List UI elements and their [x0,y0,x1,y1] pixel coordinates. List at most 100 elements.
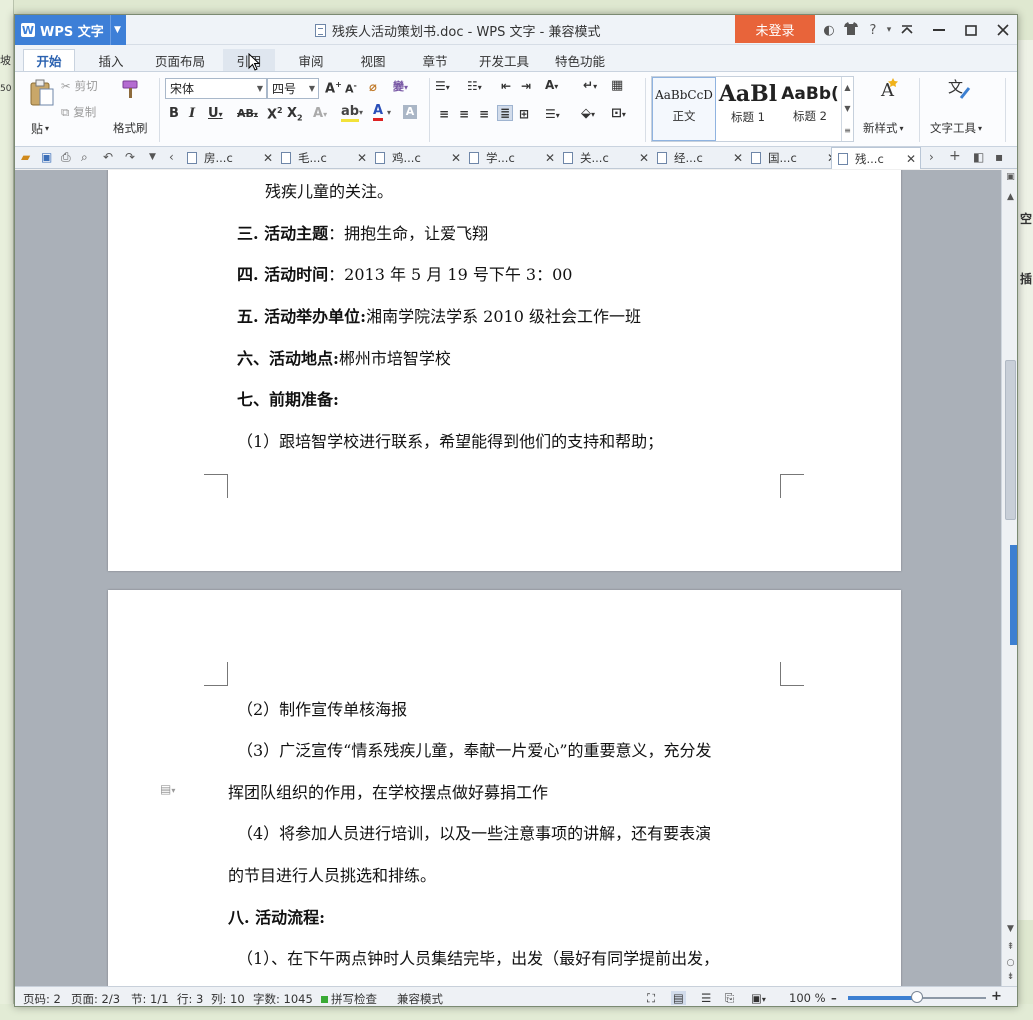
open-file-icon[interactable]: ▰ [21,150,30,164]
font-size-select[interactable]: 四号 ▼ [267,78,319,99]
browse-object-icon[interactable]: ○ [1002,958,1017,968]
text-tools-button[interactable]: 文字工具 ▾ [930,120,982,136]
phonetic-guide-icon[interactable]: 變▾ [393,78,408,94]
page-view-icon[interactable]: ▤ [671,991,686,1005]
doc-tab[interactable]: 关...c ✕ [563,147,649,169]
text-effect-icon[interactable]: A▾ [313,106,327,121]
zoom-in-icon[interactable]: + [991,989,1002,1004]
close-icon[interactable] [987,15,1017,45]
style-normal[interactable]: AaBbCcD 正文 [652,77,716,141]
increase-indent-icon[interactable]: ⇥ [521,79,531,93]
paragraph-options-icon[interactable]: ▤▾ [160,782,175,796]
status-page-number[interactable]: 页码: 2 [23,991,61,1006]
web-view-icon[interactable]: ⎘ [725,991,734,1006]
zoom-slider-handle[interactable] [911,991,923,1003]
doc-tab[interactable]: 经...c ✕ [657,147,743,169]
superscript-icon[interactable]: X2 [267,106,283,122]
reading-view-icon[interactable]: ▣▾ [751,991,766,1005]
skin-icon[interactable]: ◐ [818,23,840,38]
tab-view[interactable]: 视图 [351,49,395,71]
paste-icon[interactable] [29,78,59,108]
line-spacing-icon[interactable]: ☰▾ [545,107,560,121]
save-icon[interactable]: ▣ [41,150,52,164]
status-column[interactable]: 列: 10 [211,991,245,1006]
minimize-icon[interactable] [923,15,955,45]
wps-app-menu-button[interactable]: W WPS 文字 ▼ [15,15,126,45]
scroll-down-icon[interactable]: ▼ [1002,924,1017,934]
status-section[interactable]: 节: 1/1 [131,991,169,1006]
decrease-indent-icon[interactable]: ⇤ [501,79,511,93]
shirt-icon[interactable] [840,21,862,39]
distributed-align-icon[interactable]: ⊞ [519,107,529,121]
align-right-icon[interactable]: ≡ [479,107,489,121]
page-nav-icon[interactable]: ▣ [1002,172,1017,182]
close-icon[interactable]: ✕ [263,151,273,165]
previous-page-icon[interactable]: ⇞ [1002,942,1017,952]
close-icon[interactable]: ✕ [545,151,555,165]
cut-button[interactable]: ✂ 剪切 [61,78,98,94]
styles-scroll[interactable]: ▲ ▼ ≡ [841,77,853,141]
subscript-icon[interactable]: X2 [287,106,303,123]
undo-icon[interactable]: ↶ [103,150,113,164]
format-painter-icon[interactable] [120,78,142,100]
print-icon[interactable]: ⎙ [61,150,71,165]
chevron-down-icon[interactable]: ▾ [359,108,363,117]
spell-check-toggle[interactable]: 拼写检查 [321,991,377,1006]
tab-list-icon[interactable]: ◧ [973,150,984,164]
style-heading-1[interactable]: AaBl 标题 1 [716,77,780,141]
status-word-count[interactable]: 字数: 1045 [253,991,313,1006]
close-icon[interactable]: ✕ [451,151,461,165]
collapse-ribbon-icon[interactable] [891,15,923,45]
doc-tab[interactable]: 毛...c ✕ [281,147,367,169]
help-icon[interactable]: ? [862,23,884,38]
font-name-select[interactable]: 宋体 ▼ [165,78,267,99]
doc-tab[interactable]: 学...c ✕ [469,147,555,169]
text-tools-icon[interactable]: 文 [947,76,971,100]
next-page-icon[interactable]: ⇟ [1002,972,1017,982]
quick-access-menu-icon[interactable]: ▼ [149,152,156,162]
close-icon[interactable]: ✕ [906,152,916,166]
tab-chapter[interactable]: 章节 [413,49,457,71]
print-preview-icon[interactable]: ⌕ [81,150,88,165]
tab-settings-icon[interactable]: ▪ [995,150,1003,164]
justify-icon[interactable]: ≣ [497,105,514,121]
borders-icon[interactable]: ⊡▾ [611,106,626,121]
style-heading-2[interactable]: AaBb( 标题 2 [780,77,840,141]
status-pages[interactable]: 页面: 2/3 [71,991,120,1006]
chevron-down-icon[interactable]: ▼ [110,15,124,45]
strikethrough-icon[interactable]: AB▾ [237,107,258,120]
copy-button[interactable]: ⧉ 复制 [61,104,96,120]
outline-view-icon[interactable]: ☰ [701,991,711,1005]
zoom-out-icon[interactable]: – [831,991,837,1005]
bullet-list-icon[interactable]: ☰▾ [435,79,450,93]
character-shading-icon[interactable]: A [403,105,417,119]
maximize-icon[interactable] [955,15,987,45]
new-tab-icon[interactable]: + [949,148,961,164]
grow-font-icon[interactable]: A+ [325,80,342,96]
doc-tab[interactable]: 国...c✕ [751,147,837,169]
tabs-scroll-left-icon[interactable]: ‹ [169,150,174,164]
tab-developer[interactable]: 开发工具 [473,49,535,71]
doc-tab[interactable]: 鸡...c ✕ [375,147,461,169]
paragraph-marks-icon[interactable]: ↵▾ [583,78,597,92]
align-center-icon[interactable]: ≡ [459,107,469,121]
close-icon[interactable]: ✕ [357,151,367,165]
redo-icon[interactable]: ↷ [125,150,135,164]
font-color-icon[interactable]: A [373,104,384,121]
chevron-down-icon[interactable]: ▾ [387,108,391,117]
numbered-list-icon[interactable]: ☷▾ [467,79,482,93]
tabs-scroll-right-icon[interactable]: › [929,150,934,164]
zoom-level[interactable]: 100 % [789,991,826,1005]
shading-fill-icon[interactable]: ⬙▾ [581,106,595,121]
tab-special-features[interactable]: 特色功能 [549,49,611,71]
side-panel-toggle[interactable] [1010,545,1017,645]
align-left-icon[interactable]: ≡ [439,107,449,121]
status-row[interactable]: 行: 3 [177,991,203,1006]
new-style-button[interactable]: 新样式 ▾ [863,120,904,136]
scrollbar-thumb[interactable] [1005,360,1016,520]
doc-tab-active[interactable]: 残...c ✕ [831,147,921,169]
tab-review[interactable]: 审阅 [289,49,333,71]
close-icon[interactable]: ✕ [639,151,649,165]
bold-icon[interactable]: B [169,106,179,121]
clear-format-icon[interactable]: ⌀ [369,80,377,95]
